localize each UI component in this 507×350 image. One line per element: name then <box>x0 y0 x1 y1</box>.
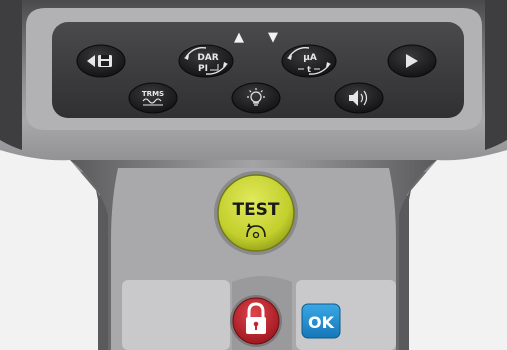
test-label: TEST <box>232 200 279 220</box>
ok-button[interactable]: OK <box>301 303 341 339</box>
arrow-down-indicator: ▼ <box>268 30 278 45</box>
trms-button[interactable]: TRMS <box>128 82 178 114</box>
lock-button[interactable] <box>230 295 282 347</box>
ok-label: OK <box>308 313 335 332</box>
test-button[interactable]: TEST <box>214 171 298 255</box>
backlight-button[interactable] <box>231 82 281 114</box>
dar-label: DAR <box>197 53 218 63</box>
instrument-keypad: ▲ ▼ DAR PI µA t TRMS TEST OK <box>0 0 507 350</box>
sound-button[interactable] <box>334 82 384 114</box>
pi-label: PI <box>198 64 208 74</box>
save-back-button[interactable] <box>76 44 126 78</box>
arrow-up-indicator: ▲ <box>234 30 244 45</box>
ua-time-button[interactable]: µA t <box>281 44 337 78</box>
t-label: t <box>307 65 311 74</box>
dar-pi-button[interactable]: DAR PI <box>178 44 234 78</box>
instrument-body: ▲ ▼ DAR PI µA t TRMS TEST OK <box>0 0 507 350</box>
trms-label: TRMS <box>142 90 164 98</box>
forward-button[interactable] <box>387 44 437 78</box>
ua-label: µA <box>303 53 317 63</box>
